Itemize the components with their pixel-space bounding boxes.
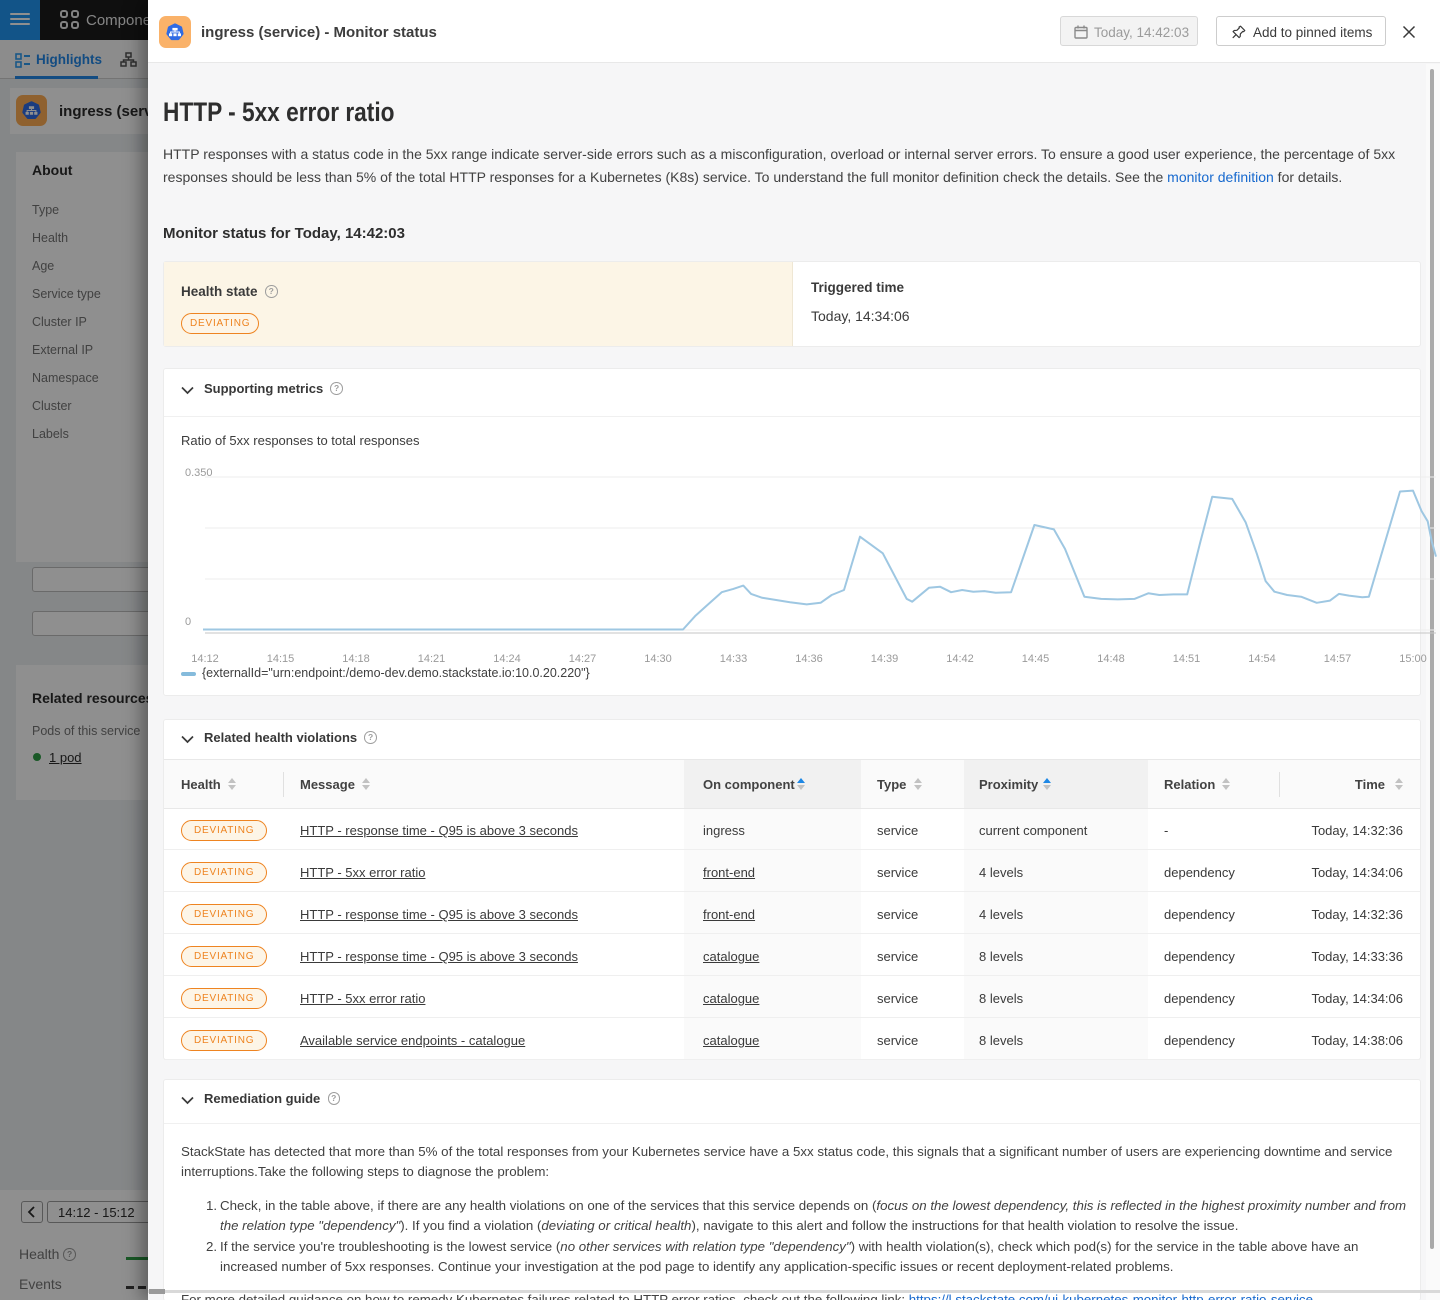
svg-text:15:00: 15:00: [1399, 653, 1427, 665]
svg-text:14:27: 14:27: [569, 653, 597, 665]
svg-text:0: 0: [185, 616, 191, 628]
svg-text:14:24: 14:24: [493, 653, 521, 665]
svg-text:14:45: 14:45: [1022, 653, 1050, 665]
svg-text:14:54: 14:54: [1248, 653, 1276, 665]
svg-text:14:48: 14:48: [1097, 653, 1125, 665]
svg-text:14:42: 14:42: [946, 653, 974, 665]
svg-text:14:57: 14:57: [1324, 653, 1352, 665]
svg-text:14:33: 14:33: [720, 653, 748, 665]
svg-text:14:12: 14:12: [191, 653, 219, 665]
svg-text:14:51: 14:51: [1173, 653, 1201, 665]
svg-text:14:15: 14:15: [267, 653, 295, 665]
svg-text:14:18: 14:18: [342, 653, 370, 665]
svg-text:14:36: 14:36: [795, 653, 823, 665]
svg-text:0.350: 0.350: [185, 467, 213, 479]
svg-text:14:30: 14:30: [644, 653, 672, 665]
svg-text:14:39: 14:39: [871, 653, 899, 665]
svg-text:14:21: 14:21: [418, 653, 446, 665]
